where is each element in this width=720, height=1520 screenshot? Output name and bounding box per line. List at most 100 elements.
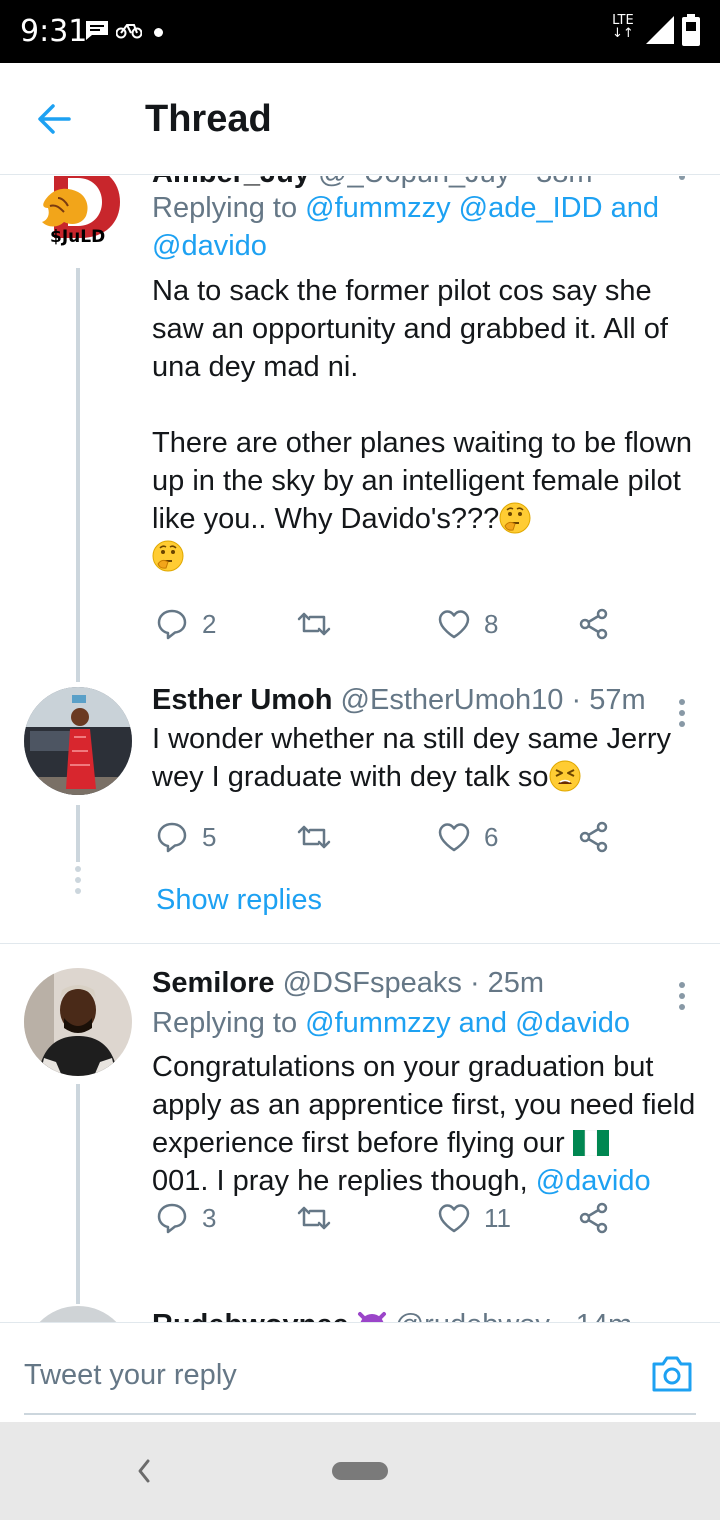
like-count: 6 <box>484 821 499 852</box>
battery-icon <box>682 14 700 46</box>
mention-link[interactable]: @davido <box>152 230 267 262</box>
reply-count: 3 <box>202 1202 217 1233</box>
reply-button[interactable]: 3 <box>156 1198 216 1238</box>
avatar-photo <box>24 968 132 1076</box>
share-icon <box>579 821 608 853</box>
nigeria-flag-icon <box>572 1130 609 1156</box>
share-button[interactable] <box>578 604 610 644</box>
mention-link[interactable]: @fummzzy <box>305 192 450 224</box>
like-button[interactable]: 8 <box>438 604 498 644</box>
avatar-label: $JuLD <box>50 227 106 247</box>
tweet-time: 38m <box>536 176 592 189</box>
user-handle: @DSFspeaks <box>282 967 462 999</box>
status-bar: 9:31 LTE ↓↑ <box>0 0 720 63</box>
user-name: Esther Umoh <box>152 684 333 716</box>
mention-link[interactable]: @fummzzy <box>305 1007 450 1039</box>
page-title: Thread <box>145 98 272 140</box>
reply-icon <box>157 609 187 640</box>
reply-count: 2 <box>202 608 217 639</box>
thinking-face-emoji <box>499 502 531 534</box>
tweet-header: Esther Umoh @EstherUmoh10 · 57m <box>152 684 646 716</box>
network-label: LTE ↓↑ <box>612 13 634 41</box>
tweet-content: Esther Umoh @EstherUmoh10 · 57m I wonder… <box>152 681 697 796</box>
reply-button[interactable]: 5 <box>156 817 216 857</box>
retweet-icon <box>297 825 331 849</box>
tweet-text: Na to sack the former pilot cos say she … <box>152 272 697 576</box>
reply-button[interactable]: 2 <box>156 604 216 644</box>
avatar[interactable]: $JuLD <box>24 176 132 270</box>
heart-icon <box>438 823 470 852</box>
tweet-time: 57m <box>589 684 646 716</box>
retweet-button[interactable] <box>296 604 346 644</box>
heart-icon <box>438 1204 470 1233</box>
thread-dots <box>75 866 81 899</box>
like-count: 8 <box>484 608 499 639</box>
thread-line <box>76 268 80 682</box>
reply-count: 5 <box>202 821 217 852</box>
tweet-actions: 3 11 <box>152 1198 632 1238</box>
thread-line <box>76 1084 80 1304</box>
tired-face-emoji <box>549 760 581 792</box>
tweet-actions: 5 6 <box>152 817 632 857</box>
avatar[interactable] <box>24 968 132 1076</box>
retweet-button[interactable] <box>296 817 346 857</box>
tweet-text: I wonder whether na still dey same Jerry… <box>152 723 671 793</box>
user-handle: @_Uopun_Juy <box>318 176 510 189</box>
mention-link[interactable]: @davido <box>536 1165 651 1197</box>
input-underline <box>24 1413 696 1415</box>
tweet-content: Rudebwoynee @rudebwoy · 14m <box>152 1306 697 1322</box>
reply-icon <box>157 1203 187 1234</box>
status-time: 9:31 <box>20 14 88 49</box>
more-options-icon[interactable] <box>678 982 686 1015</box>
tweet-content: Semilore @DSFspeaks · 25m Replying to @f… <box>152 964 697 1200</box>
system-nav-bar <box>0 1422 720 1520</box>
tweet-header: Semilore @DSFspeaks · 25m <box>152 967 545 999</box>
tweet-content: Amber_Juy @_Uopun_Juy · 38m Replying to … <box>152 176 697 576</box>
reply-context: Replying to @fummzzy and @davido <box>152 1007 631 1039</box>
tweet-time: 14m <box>576 1309 632 1322</box>
dot-icon <box>154 28 163 37</box>
tweet-text: Congratulations on your graduation but a… <box>152 1051 696 1197</box>
retweet-icon <box>297 612 331 636</box>
thread-line <box>76 805 80 862</box>
tweet-header: Rudebwoynee @rudebwoy · 14m <box>152 1306 697 1322</box>
smiling-devil-emoji <box>357 1312 386 1322</box>
camera-icon[interactable] <box>651 1355 693 1393</box>
reply-context: Replying to @fummzzy @ade_IDD and @david… <box>152 192 660 262</box>
avatar[interactable] <box>24 1306 132 1322</box>
arrow-left-icon[interactable] <box>36 101 72 137</box>
avatar[interactable] <box>24 687 132 795</box>
user-name: Amber_Juy <box>152 176 310 189</box>
tweet-item[interactable]: Esther Umoh @EstherUmoh10 · 57m I wonder… <box>0 681 720 943</box>
more-options-icon[interactable] <box>678 699 686 732</box>
retweet-icon <box>297 1206 331 1230</box>
tweet-item[interactable]: Rudebwoynee @rudebwoy · 14m <box>0 1304 720 1322</box>
mention-link[interactable]: @davido <box>515 1007 630 1039</box>
reply-input[interactable]: Tweet your reply <box>24 1359 237 1392</box>
tweet-actions: 2 8 <box>152 604 632 644</box>
thread-list: $JuLD Amber_Juy @_Uopun_Juy · 38m Replyi… <box>0 176 720 1322</box>
retweet-button[interactable] <box>296 1198 346 1238</box>
share-button[interactable] <box>578 817 610 857</box>
user-handle: @EstherUmoh10 <box>340 684 564 716</box>
share-button[interactable] <box>578 1198 610 1238</box>
user-name: Semilore <box>152 967 275 999</box>
tweet-time: 25m <box>487 967 545 999</box>
mention-link[interactable]: @ade_IDD <box>459 192 603 224</box>
tweet-item[interactable]: $JuLD Amber_Juy @_Uopun_Juy · 38m Replyi… <box>0 176 720 682</box>
like-button[interactable]: 6 <box>438 817 498 857</box>
app-bar: Thread <box>0 63 720 175</box>
nav-home-pill[interactable] <box>332 1462 388 1480</box>
show-replies-link[interactable]: Show replies <box>156 884 322 917</box>
nav-back-icon[interactable] <box>136 1458 152 1484</box>
bike-icon <box>116 24 142 39</box>
tweet-item[interactable]: Semilore @DSFspeaks · 25m Replying to @f… <box>0 944 720 1304</box>
reply-icon <box>157 822 187 853</box>
like-count: 11 <box>484 1202 511 1233</box>
heart-icon <box>438 610 470 639</box>
user-name: Rudebwoynee <box>152 1309 349 1322</box>
like-button[interactable]: 11 <box>438 1198 511 1238</box>
avatar-photo <box>24 687 132 795</box>
thinking-face-emoji <box>152 540 184 572</box>
more-options-icon[interactable] <box>678 176 686 185</box>
